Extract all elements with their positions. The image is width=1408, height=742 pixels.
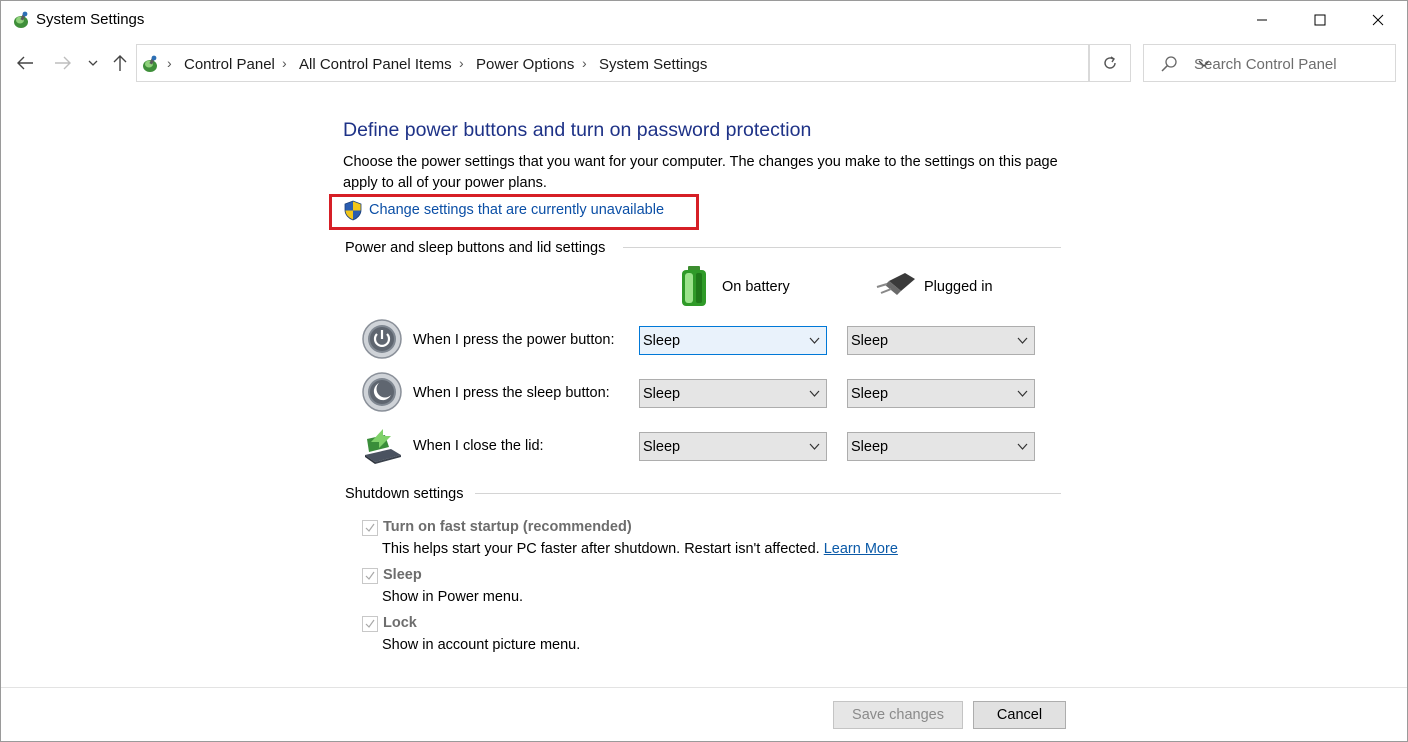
- select-value: Sleep: [851, 333, 889, 349]
- address-bar[interactable]: › Control Panel › All Control Panel Item…: [136, 44, 1210, 82]
- chevron-down-icon: [809, 337, 820, 344]
- breadcrumb-separator: ›: [282, 55, 287, 71]
- lock-label: Lock: [383, 615, 417, 631]
- minimize-icon: [1257, 19, 1267, 21]
- select-value: Sleep: [851, 439, 889, 455]
- forward-button[interactable]: [49, 49, 77, 77]
- power-button-icon: [362, 319, 402, 359]
- column-on-battery: On battery: [722, 279, 790, 295]
- arrow-right-icon: [55, 56, 71, 70]
- save-changes-button[interactable]: Save changes: [833, 701, 963, 729]
- minimize-button[interactable]: [1233, 1, 1291, 39]
- breadcrumb-power-options[interactable]: Power Options: [476, 56, 574, 73]
- row-label-power-button: When I press the power button:: [413, 332, 615, 348]
- arrow-up-icon: [113, 55, 127, 71]
- maximize-button[interactable]: [1291, 1, 1349, 39]
- close-icon: [1372, 14, 1384, 26]
- chevron-down-icon: [1017, 443, 1028, 450]
- select-value: Sleep: [851, 386, 889, 402]
- sleep-label: Sleep: [383, 567, 422, 583]
- chevron-down-icon: [88, 60, 98, 66]
- power-button-plugged-select[interactable]: Sleep: [847, 326, 1035, 355]
- search-input[interactable]: Search Control Panel: [1194, 56, 1337, 73]
- footer-divider: [1, 687, 1407, 688]
- page-description: Choose the power settings that you want …: [343, 154, 1058, 191]
- back-button[interactable]: [11, 49, 39, 77]
- row-label-sleep-button: When I press the sleep button:: [413, 385, 610, 401]
- control-panel-icon: [143, 55, 157, 72]
- section-label-buttons: Power and sleep buttons and lid settings: [345, 240, 606, 256]
- breadcrumb-control-panel[interactable]: Control Panel: [184, 56, 275, 73]
- battery-icon: [682, 266, 706, 306]
- laptop-lid-icon: [365, 429, 401, 464]
- page-title: Define power buttons and turn on passwor…: [343, 119, 812, 141]
- select-value: Sleep: [643, 386, 681, 402]
- change-settings-link[interactable]: Change settings that are currently unava…: [369, 202, 664, 218]
- search-icon: [1161, 56, 1177, 72]
- checkmark-icon: [365, 523, 375, 532]
- checkmark-icon: [365, 571, 375, 580]
- power-plug-icon: [876, 273, 915, 295]
- title-bar: System Settings: [1, 1, 1407, 39]
- sleep-button-battery-select[interactable]: Sleep: [639, 379, 827, 408]
- select-value: Sleep: [643, 333, 681, 349]
- row-label-close-lid: When I close the lid:: [413, 438, 544, 454]
- up-button[interactable]: [106, 49, 134, 77]
- close-lid-battery-select[interactable]: Sleep: [639, 432, 827, 461]
- breadcrumb-separator: ›: [459, 55, 464, 71]
- cancel-button[interactable]: Cancel: [973, 701, 1066, 729]
- arrow-left-icon: [17, 56, 33, 70]
- section-divider: [475, 493, 1061, 494]
- learn-more-link[interactable]: Learn More: [824, 541, 898, 557]
- power-button-battery-select[interactable]: Sleep: [639, 326, 827, 355]
- breadcrumb-separator: ›: [582, 55, 587, 71]
- lock-description: Show in account picture menu.: [382, 637, 581, 653]
- window-title: System Settings: [36, 11, 145, 28]
- close-button[interactable]: [1349, 1, 1407, 39]
- fast-startup-description: This helps start your PC faster after sh…: [382, 541, 898, 557]
- navigation-bar: › Control Panel › All Control Panel Item…: [1, 43, 1407, 85]
- sleep-button-icon: [362, 372, 402, 412]
- maximize-icon: [1314, 14, 1326, 26]
- system-settings-window: System Settings › Control Panel › All Co…: [0, 0, 1408, 742]
- sleep-checkbox[interactable]: [362, 568, 378, 584]
- checkmark-icon: [365, 619, 375, 628]
- uac-shield-icon: [344, 200, 362, 221]
- fast-startup-label: Turn on fast startup (recommended): [383, 519, 632, 535]
- column-plugged-in: Plugged in: [924, 279, 993, 295]
- refresh-icon: [1104, 56, 1116, 69]
- breadcrumb-all-items[interactable]: All Control Panel Items: [299, 56, 452, 73]
- sleep-button-plugged-select[interactable]: Sleep: [847, 379, 1035, 408]
- fast-startup-checkbox[interactable]: [362, 520, 378, 536]
- control-panel-icon: [14, 11, 28, 28]
- chevron-down-icon: [1017, 337, 1028, 344]
- sleep-description: Show in Power menu.: [382, 589, 524, 605]
- recent-locations-button[interactable]: [81, 49, 105, 77]
- section-divider: [623, 247, 1061, 248]
- chevron-down-icon: [809, 390, 820, 397]
- chevron-down-icon: [809, 443, 820, 450]
- section-label-shutdown: Shutdown settings: [345, 486, 464, 502]
- search-box[interactable]: Search Control Panel: [1143, 44, 1396, 82]
- chevron-down-icon: [1017, 390, 1028, 397]
- refresh-button[interactable]: [1089, 44, 1131, 82]
- breadcrumb-separator: ›: [167, 55, 172, 71]
- select-value: Sleep: [643, 439, 681, 455]
- close-lid-plugged-select[interactable]: Sleep: [847, 432, 1035, 461]
- lock-checkbox[interactable]: [362, 616, 378, 632]
- breadcrumb-system-settings[interactable]: System Settings: [599, 56, 707, 73]
